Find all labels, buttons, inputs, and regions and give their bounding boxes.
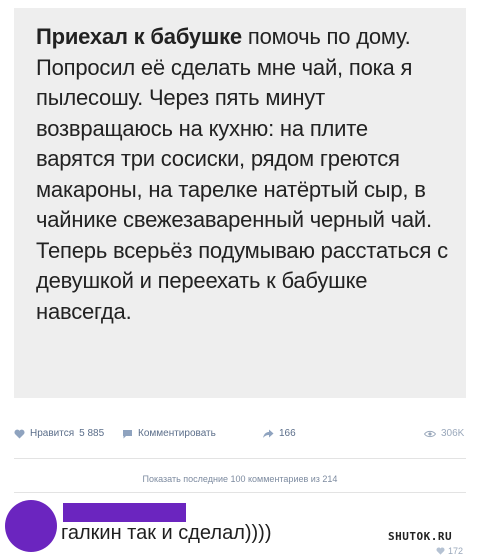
share-count: 166 bbox=[279, 428, 296, 439]
comment-like-count: 172 bbox=[448, 546, 464, 556]
avatar[interactable] bbox=[5, 500, 57, 552]
like-button[interactable]: Нравится 5 885 bbox=[14, 428, 104, 439]
comment-label: Комментировать bbox=[138, 428, 216, 439]
post-text: Приехал к бабушке помочь по дому. Попрос… bbox=[36, 22, 452, 327]
views-counter: 306K bbox=[424, 428, 464, 439]
divider bbox=[14, 492, 466, 493]
show-more-comments-link[interactable]: Показать последние 100 комментариев из 2… bbox=[0, 474, 480, 484]
post-card: Приехал к бабушке помочь по дому. Попрос… bbox=[14, 8, 466, 398]
comment-icon bbox=[123, 429, 132, 438]
eye-icon bbox=[424, 430, 436, 437]
comment-button[interactable]: Комментировать bbox=[122, 428, 216, 439]
divider bbox=[14, 458, 466, 459]
post-text-bold: Приехал к бабушке bbox=[36, 24, 242, 49]
share-icon bbox=[263, 429, 274, 438]
comment-like-button[interactable]: 172 bbox=[436, 546, 463, 556]
post-text-body: помочь по дому. Попросил её сделать мне … bbox=[36, 24, 448, 324]
views-count: 306K bbox=[441, 428, 465, 439]
redacted-author-name bbox=[63, 503, 186, 522]
heart-icon bbox=[14, 429, 25, 438]
post-actions: Нравится 5 885 Комментировать 166 306K bbox=[14, 424, 466, 444]
like-label: Нравится bbox=[30, 428, 75, 439]
heart-icon bbox=[436, 547, 445, 555]
watermark: SHUTOK.RU bbox=[388, 530, 453, 543]
share-button[interactable]: 166 bbox=[262, 428, 296, 439]
comment-text: галкин так и сделал)))) bbox=[61, 522, 272, 544]
like-count: 5 885 bbox=[79, 428, 105, 439]
